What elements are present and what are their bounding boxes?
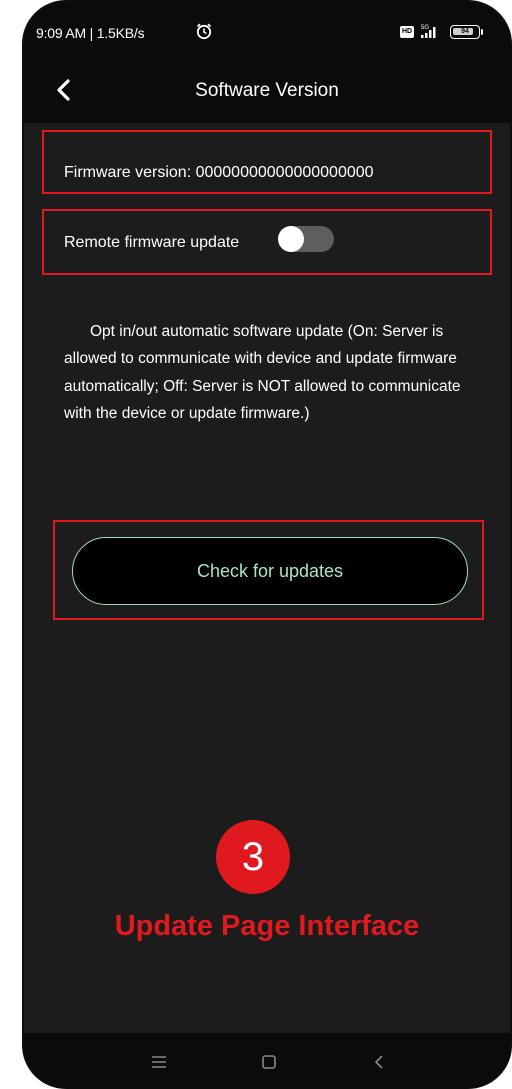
signal-5g-icon: 5G: [421, 25, 436, 38]
remote-update-toggle[interactable]: [278, 226, 334, 252]
hd-icon: HD: [400, 26, 414, 38]
firmware-highlight-box: [42, 130, 492, 194]
annotation-caption: Update Page Interface: [114, 910, 420, 942]
toggle-knob: [278, 226, 304, 252]
status-bar: 9:09 AM | 1.5KB/s HD 5G 94: [24, 18, 510, 48]
alarm-icon: [196, 23, 212, 40]
svg-text:5G: 5G: [421, 25, 429, 31]
battery-tip: [481, 29, 483, 35]
phone-frame: 9:09 AM | 1.5KB/s HD 5G 94 Software Vers…: [22, 0, 512, 1089]
page-title: Software Version: [195, 80, 339, 101]
battery-level: 94: [461, 28, 469, 35]
firmware-version-label: Firmware version: 00000000000000000000: [64, 164, 374, 181]
status-time-speed: 9:09 AM | 1.5KB/s: [36, 25, 145, 41]
main-content: Firmware version: 00000000000000000000 R…: [24, 123, 510, 1033]
step-badge: 3: [216, 820, 290, 894]
remote-update-label: Remote firmware update: [64, 234, 240, 251]
check-for-updates-button[interactable]: Check for updates: [72, 537, 468, 605]
home-icon[interactable]: [254, 1047, 284, 1077]
update-description: Opt in/out automatic software update (On…: [64, 323, 461, 423]
back-icon[interactable]: [364, 1047, 394, 1077]
menu-icon[interactable]: [144, 1047, 174, 1077]
system-nav-bar: [24, 1033, 510, 1087]
app-header: 9:09 AM | 1.5KB/s HD 5G 94 Software Vers…: [24, 2, 510, 123]
battery-icon: 94: [450, 25, 480, 39]
